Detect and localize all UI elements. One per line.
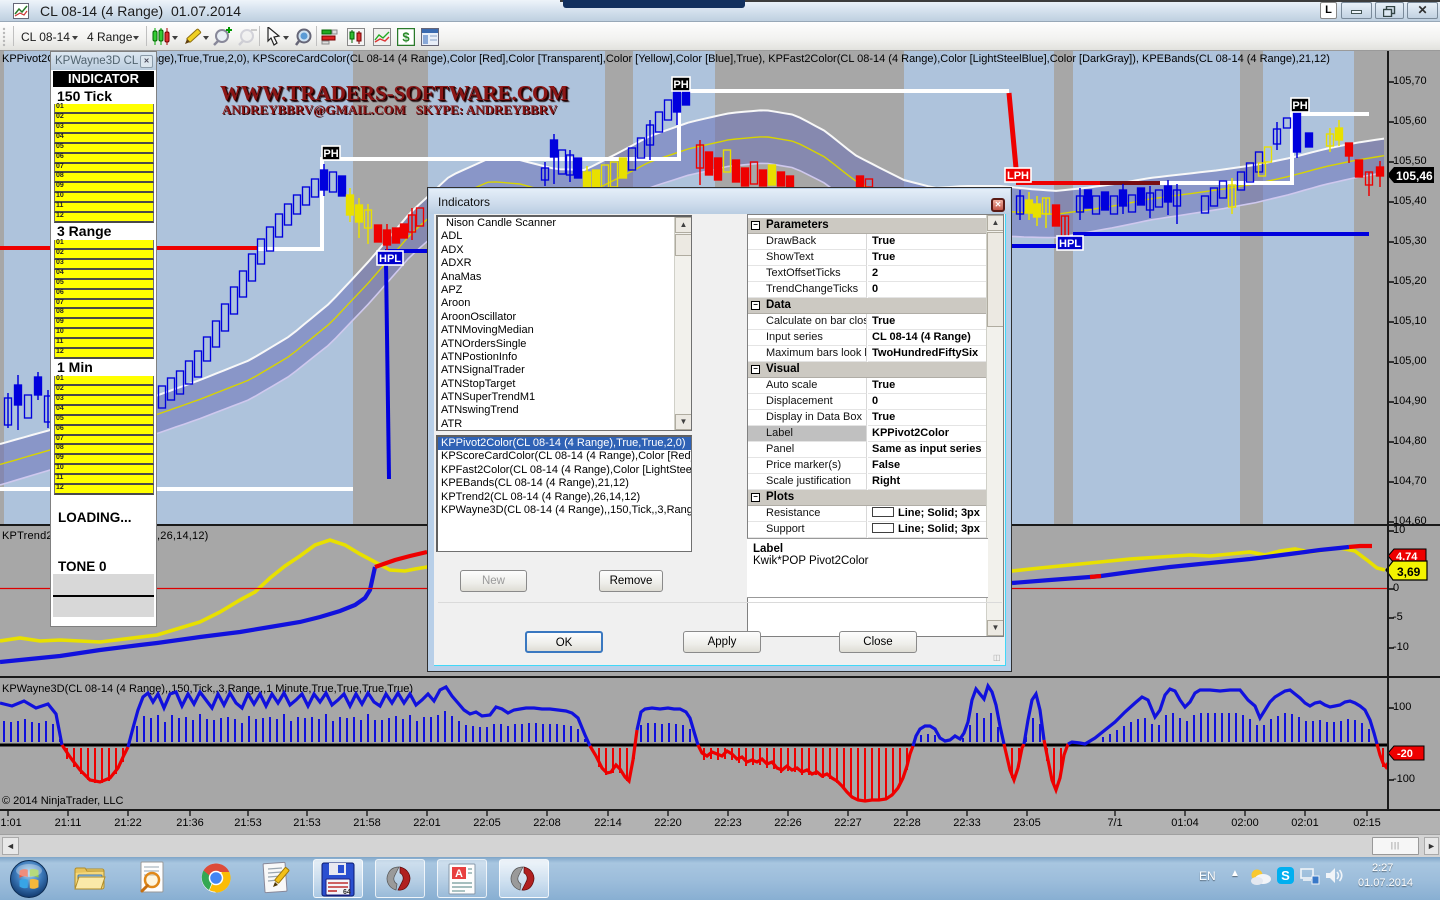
svg-text:PH: PH xyxy=(1292,100,1307,112)
svg-text:HPL: HPL xyxy=(1059,238,1081,250)
svg-text:64: 64 xyxy=(343,889,351,896)
svg-text:HPL: HPL xyxy=(379,253,401,265)
svg-text:PH: PH xyxy=(323,148,338,160)
svg-text:LPH: LPH xyxy=(1007,170,1029,182)
svg-text:105,46: 105,46 xyxy=(1396,169,1433,183)
svg-text:-20: -20 xyxy=(1397,748,1413,760)
svg-text:A: A xyxy=(455,868,463,880)
svg-text:3,69: 3,69 xyxy=(1397,565,1421,579)
